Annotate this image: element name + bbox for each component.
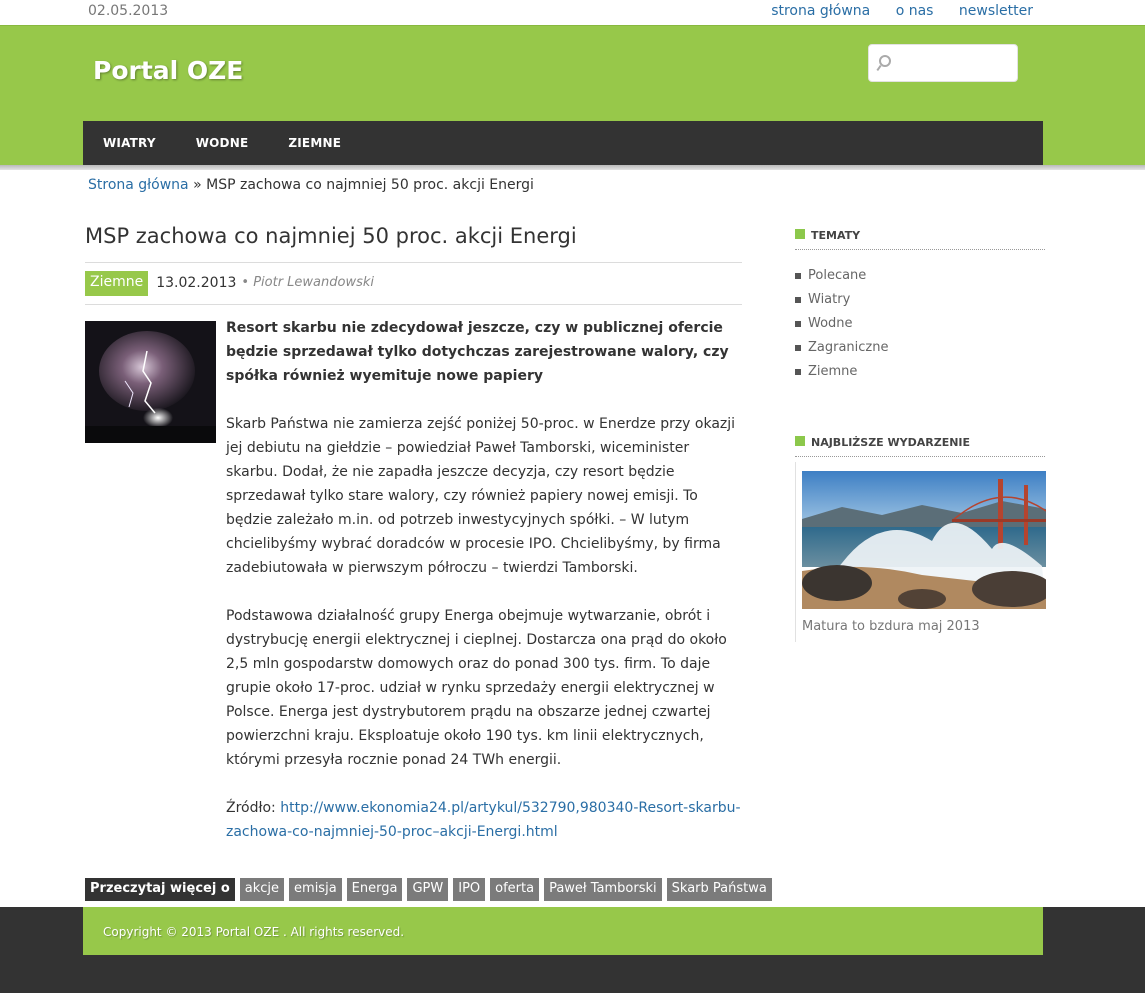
footer-bar: Copyright © 2013 Portal OZE . All rights… [83, 907, 1043, 955]
nav-item-wodne[interactable]: WODNE [176, 121, 269, 165]
article-lead: Resort skarbu nie zdecydował jeszcze, cz… [226, 320, 729, 384]
topics-list: Polecane Wiatry Wodne Zagraniczne Ziemne [795, 265, 889, 385]
header-divider [0, 165, 1145, 170]
divider [85, 304, 742, 305]
source-link[interactable]: http://www.ekonomia24.pl/artykul/532790,… [226, 800, 741, 840]
event-widget-title: NAJBLIŻSZE WYDARZENIE [795, 436, 1045, 457]
site-title[interactable]: Portal OZE [93, 56, 243, 85]
article-paragraph: Skarb Państwa nie zamierza zejść poniżej… [226, 416, 736, 576]
topic-item-ziemne[interactable]: Ziemne [795, 361, 889, 385]
breadcrumb-home[interactable]: Strona główna [88, 177, 189, 193]
topic-item-zagraniczne[interactable]: Zagraniczne [795, 337, 889, 361]
site-footer: Copyright © 2013 Portal OZE . All rights… [0, 907, 1145, 993]
search-box[interactable] [868, 44, 1018, 82]
source-label: Źródło: [226, 800, 276, 816]
site-header: Portal OZE WIATRY WODNE ZIEMNE [0, 25, 1145, 170]
search-icon [879, 55, 891, 67]
nav-item-ziemne[interactable]: ZIEMNE [268, 121, 361, 165]
current-date: 02.05.2013 [88, 3, 169, 19]
square-bullet-icon [795, 436, 805, 446]
category-badge[interactable]: Ziemne [85, 271, 149, 296]
tag-link[interactable]: Skarb Państwa [666, 878, 772, 901]
article-body: Resort skarbu nie zdecydował jeszcze, cz… [226, 316, 742, 868]
tag-list: Przeczytaj więcej o akcje emisja Energa … [85, 878, 777, 901]
article-source: Źródło: http://www.ekonomia24.pl/artykul… [226, 796, 742, 844]
main-nav: WIATRY WODNE ZIEMNE [83, 121, 1043, 165]
tag-link[interactable]: Energa [346, 878, 403, 901]
event-caption[interactable]: Matura to bzdura maj 2013 [802, 619, 980, 634]
breadcrumb-separator: » [193, 177, 202, 193]
top-links: strona główna o nas newsletter [750, 3, 1033, 19]
about-link[interactable]: o nas [896, 3, 934, 19]
breadcrumb-current: MSP zachowa co najmniej 50 proc. akcji E… [206, 177, 534, 193]
article-paragraph: Podstawowa działalność grupy Energa obej… [226, 608, 727, 768]
top-bar: 02.05.2013 strona główna o nas newslette… [0, 0, 1145, 25]
search-input[interactable] [897, 51, 1012, 75]
copyright-text: Copyright © 2013 Portal OZE . All rights… [103, 925, 405, 939]
tag-link[interactable]: oferta [490, 878, 540, 901]
square-bullet-icon [795, 229, 805, 239]
tag-link[interactable]: akcje [239, 878, 285, 901]
tag-link[interactable]: GPW [407, 878, 449, 901]
topics-widget-title: TEMATY [795, 229, 1045, 250]
article-date: 13.02.2013 [156, 275, 237, 291]
event-widget: Matura to bzdura maj 2013 [795, 462, 1046, 642]
tag-link[interactable]: emisja [289, 878, 342, 901]
tags-heading: Przeczytaj więcej o [85, 878, 235, 901]
newsletter-link[interactable]: newsletter [959, 3, 1033, 19]
article-author: • Piotr Lewandowski [241, 275, 374, 290]
home-link[interactable]: strona główna [771, 3, 870, 19]
article-title: MSP zachowa co najmniej 50 proc. akcji E… [85, 224, 577, 248]
tag-link[interactable]: IPO [453, 878, 486, 901]
event-image[interactable] [802, 471, 1046, 609]
topic-item-wodne[interactable]: Wodne [795, 313, 889, 337]
nav-item-wiatry[interactable]: WIATRY [83, 121, 176, 165]
article-thumbnail [85, 321, 216, 443]
topic-item-polecane[interactable]: Polecane [795, 265, 889, 289]
tag-link[interactable]: Paweł Tamborski [544, 878, 662, 901]
divider [85, 262, 742, 263]
article-meta: Ziemne 13.02.2013 • Piotr Lewandowski [85, 271, 374, 296]
topic-item-wiatry[interactable]: Wiatry [795, 289, 889, 313]
breadcrumb: Strona główna » MSP zachowa co najmniej … [88, 177, 534, 193]
